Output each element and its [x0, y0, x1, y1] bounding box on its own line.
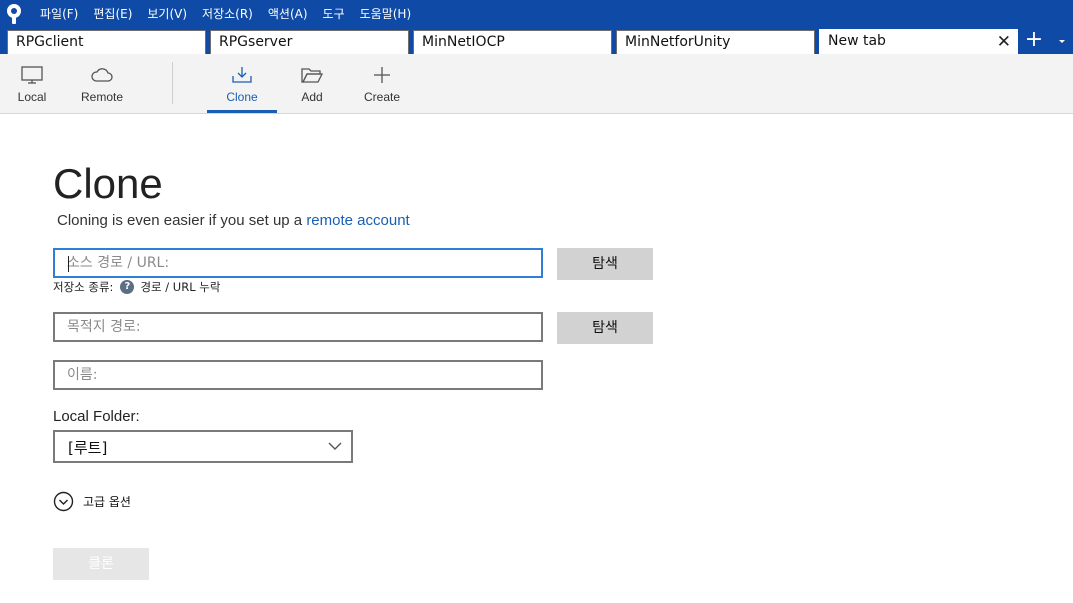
help-icon[interactable]: ?: [120, 280, 135, 294]
monitor-icon: [21, 66, 43, 84]
text-caret: [68, 256, 69, 272]
browse-destination-button[interactable]: 탐색: [557, 312, 653, 344]
advanced-options-label: 고급 옵션: [83, 495, 131, 509]
local-folder-value: [루트]: [68, 439, 108, 457]
clone-label: Clone: [226, 90, 258, 104]
page-title: Clone: [53, 160, 163, 207]
tab-rpgclient[interactable]: RPGclient: [7, 30, 206, 54]
chevron-down-icon[interactable]: [1054, 32, 1070, 50]
subtitle: Cloning is even easier if you set up a r…: [57, 212, 410, 229]
repo-type-row: 저장소 종류: ? 경로 / URL 누락: [53, 279, 220, 295]
toolbar: Local Remote Clone Add Create: [0, 54, 1073, 114]
toolbar-separator: [172, 62, 173, 104]
source-url-field[interactable]: [53, 248, 543, 278]
tab-rpgserver[interactable]: RPGserver: [210, 30, 409, 54]
plus-icon: [374, 67, 390, 83]
clone-submit-button[interactable]: 클론: [53, 548, 149, 580]
menu-view[interactable]: 보기(V): [147, 5, 187, 22]
remote-button[interactable]: Remote: [76, 54, 128, 113]
local-button[interactable]: Local: [10, 54, 54, 113]
menu-bar: 파일(F) 편집(E) 보기(V) 저장소(R) 액션(A) 도구 도움말(H): [0, 0, 1073, 27]
close-icon[interactable]: ✕: [997, 32, 1011, 52]
chevron-down-icon: [328, 442, 342, 450]
name-input[interactable]: [67, 367, 529, 383]
menu-help[interactable]: 도움말(H): [360, 5, 412, 22]
local-folder-label: Local Folder:: [53, 408, 140, 425]
tab-strip: RPGclient RPGserver MinNetIOCP MinNetfor…: [0, 27, 1073, 54]
menu-actions[interactable]: 액션(A): [268, 5, 308, 22]
clone-button-toolbar[interactable]: Clone: [207, 54, 277, 113]
sourcetree-logo-icon[interactable]: [5, 3, 23, 24]
source-url-input[interactable]: [67, 255, 529, 271]
subtitle-text: Cloning is even easier if you set up a: [57, 212, 307, 229]
create-button[interactable]: Create: [358, 54, 406, 113]
add-tab-button[interactable]: +: [1022, 29, 1046, 53]
tab-label: RPGclient: [16, 34, 84, 50]
expand-circle-icon: [53, 491, 74, 512]
advanced-options-toggle[interactable]: 고급 옵션: [53, 491, 131, 512]
tab-label: RPGserver: [219, 34, 293, 50]
repo-type-value: 경로 / URL 누락: [140, 280, 221, 294]
tab-minnetforunity[interactable]: MinNetforUnity: [616, 30, 815, 54]
add-button[interactable]: Add: [290, 54, 334, 113]
local-label: Local: [17, 90, 47, 104]
create-label: Create: [363, 90, 401, 104]
remote-label: Remote: [80, 90, 124, 104]
remote-account-link[interactable]: remote account: [306, 212, 409, 229]
browse-source-button[interactable]: 탐색: [557, 248, 653, 280]
tab-label: MinNetforUnity: [625, 34, 731, 50]
tab-label: MinNetIOCP: [422, 34, 505, 50]
local-folder-select[interactable]: [루트]: [53, 430, 353, 463]
destination-path-input[interactable]: [67, 319, 529, 335]
tab-label: New tab: [828, 33, 886, 49]
folder-open-icon: [301, 68, 324, 83]
menu-file[interactable]: 파일(F): [40, 5, 78, 22]
cloud-icon: [91, 68, 113, 82]
repo-type-label: 저장소 종류:: [53, 280, 114, 294]
tab-new-tab[interactable]: New tab ✕: [819, 29, 1018, 54]
tab-minnetiocp[interactable]: MinNetIOCP: [413, 30, 612, 54]
menu-edit[interactable]: 편집(E): [93, 5, 132, 22]
download-icon: [232, 67, 252, 83]
add-label: Add: [301, 90, 323, 104]
destination-path-field[interactable]: [53, 312, 543, 342]
active-tab-indicator: [207, 110, 277, 113]
menu-tools[interactable]: 도구: [323, 5, 345, 22]
menu-repository[interactable]: 저장소(R): [202, 5, 253, 22]
name-field[interactable]: [53, 360, 543, 390]
